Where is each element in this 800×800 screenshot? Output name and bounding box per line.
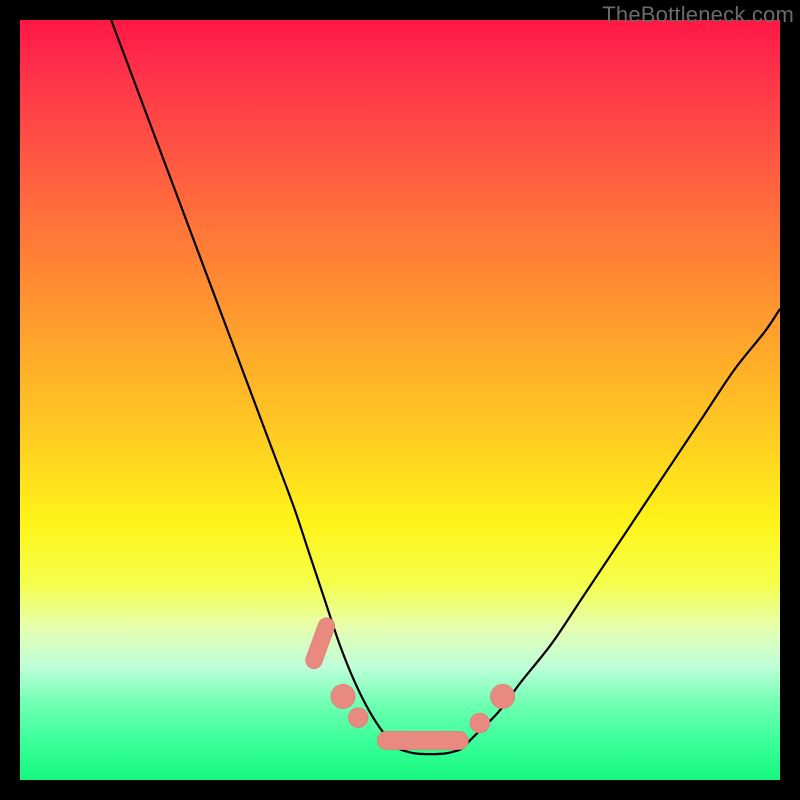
- plot-area: [20, 20, 780, 780]
- marker-capsule: [303, 615, 337, 671]
- curve-right: [461, 309, 780, 750]
- marker-dot: [490, 684, 514, 708]
- trough-markers: [303, 615, 515, 749]
- chart-frame: TheBottleneck.com: [0, 0, 800, 800]
- marker-capsule: [377, 731, 468, 749]
- curve-left: [111, 20, 400, 750]
- watermark-text: TheBottleneck.com: [602, 2, 794, 28]
- marker-dot: [470, 713, 490, 733]
- marker-dot: [331, 684, 355, 708]
- chart-svg: [20, 20, 780, 780]
- curve-trough: [400, 750, 461, 755]
- marker-dot: [348, 708, 368, 728]
